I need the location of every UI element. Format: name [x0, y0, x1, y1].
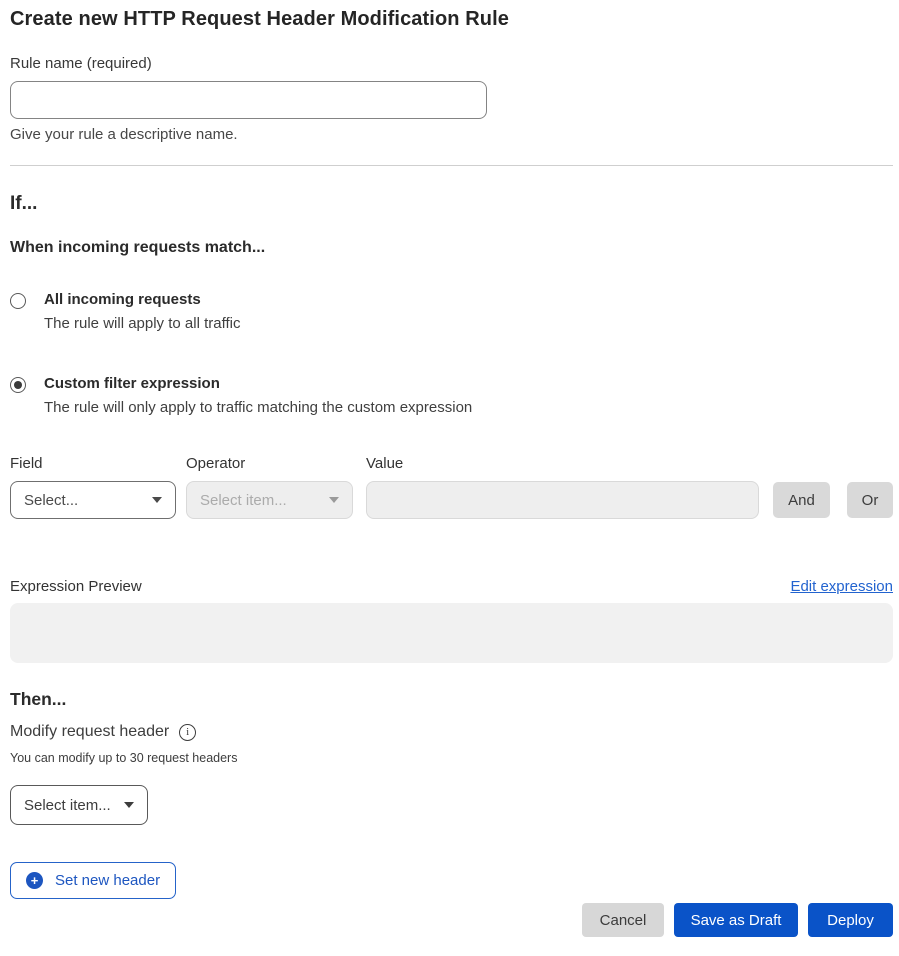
radio-option-texts: All incoming requests The rule will appl…: [44, 291, 240, 332]
save-as-draft-button[interactable]: Save as Draft: [674, 903, 798, 937]
create-rule-page: Create new HTTP Request Header Modificat…: [0, 0, 899, 937]
radio-option-description: The rule will only apply to traffic matc…: [44, 399, 472, 416]
expression-builder-row: Field Select... Operator Select item... …: [10, 455, 893, 519]
rule-name-input[interactable]: [10, 81, 487, 119]
page-title: Create new HTTP Request Header Modificat…: [10, 8, 893, 31]
chevron-down-icon: [124, 802, 134, 808]
radio-option-texts: Custom filter expression The rule will o…: [44, 375, 472, 416]
header-item-select-value: Select item...: [24, 797, 111, 814]
header-item-select[interactable]: Select item...: [10, 785, 148, 825]
plus-icon: +: [26, 872, 43, 889]
radio-option-description: The rule will apply to all traffic: [44, 315, 240, 332]
value-column: Value: [366, 455, 759, 519]
chevron-down-icon: [152, 497, 162, 503]
modify-header-label: Modify request header: [10, 723, 169, 741]
chevron-down-icon: [329, 497, 339, 503]
if-heading: If...: [10, 193, 893, 215]
modify-header-helper: You can modify up to 30 request headers: [10, 751, 893, 765]
expression-preview-header: Expression Preview Edit expression: [10, 578, 893, 595]
or-button[interactable]: Or: [847, 482, 893, 518]
radio-selected-icon[interactable]: [10, 377, 26, 393]
operator-select: Select item...: [186, 481, 353, 519]
match-subheading: When incoming requests match...: [10, 239, 893, 257]
modify-header-row: Modify request header i: [10, 723, 893, 741]
radio-option-all-incoming[interactable]: All incoming requests The rule will appl…: [10, 291, 893, 332]
operator-column: Operator Select item...: [186, 455, 353, 519]
operator-label: Operator: [186, 455, 353, 472]
info-icon[interactable]: i: [179, 724, 196, 741]
deploy-button[interactable]: Deploy: [808, 903, 893, 937]
edit-expression-link[interactable]: Edit expression: [790, 578, 893, 595]
value-input: [366, 481, 759, 519]
field-select-value: Select...: [24, 492, 78, 509]
value-label: Value: [366, 455, 759, 472]
rule-name-label: Rule name (required): [10, 55, 893, 72]
field-label: Field: [10, 455, 176, 472]
radio-option-label[interactable]: All incoming requests: [44, 291, 240, 308]
radio-unselected-icon[interactable]: [10, 293, 26, 309]
radio-option-custom-filter[interactable]: Custom filter expression The rule will o…: [10, 375, 893, 416]
cancel-button[interactable]: Cancel: [582, 903, 664, 937]
set-new-header-button[interactable]: + Set new header: [10, 862, 176, 899]
radio-option-label[interactable]: Custom filter expression: [44, 375, 472, 392]
rule-name-helper: Give your rule a descriptive name.: [10, 126, 893, 143]
expression-preview-label: Expression Preview: [10, 578, 142, 595]
then-heading: Then...: [10, 689, 893, 710]
and-button[interactable]: And: [773, 482, 830, 518]
set-new-header-label: Set new header: [55, 872, 160, 889]
expression-preview-box: [10, 603, 893, 663]
operator-select-value: Select item...: [200, 492, 287, 509]
section-divider: [10, 165, 893, 166]
footer-actions: Cancel Save as Draft Deploy: [10, 903, 893, 937]
field-column: Field Select...: [10, 455, 176, 519]
rule-name-section: Rule name (required) Give your rule a de…: [10, 55, 893, 143]
field-select[interactable]: Select...: [10, 481, 176, 519]
